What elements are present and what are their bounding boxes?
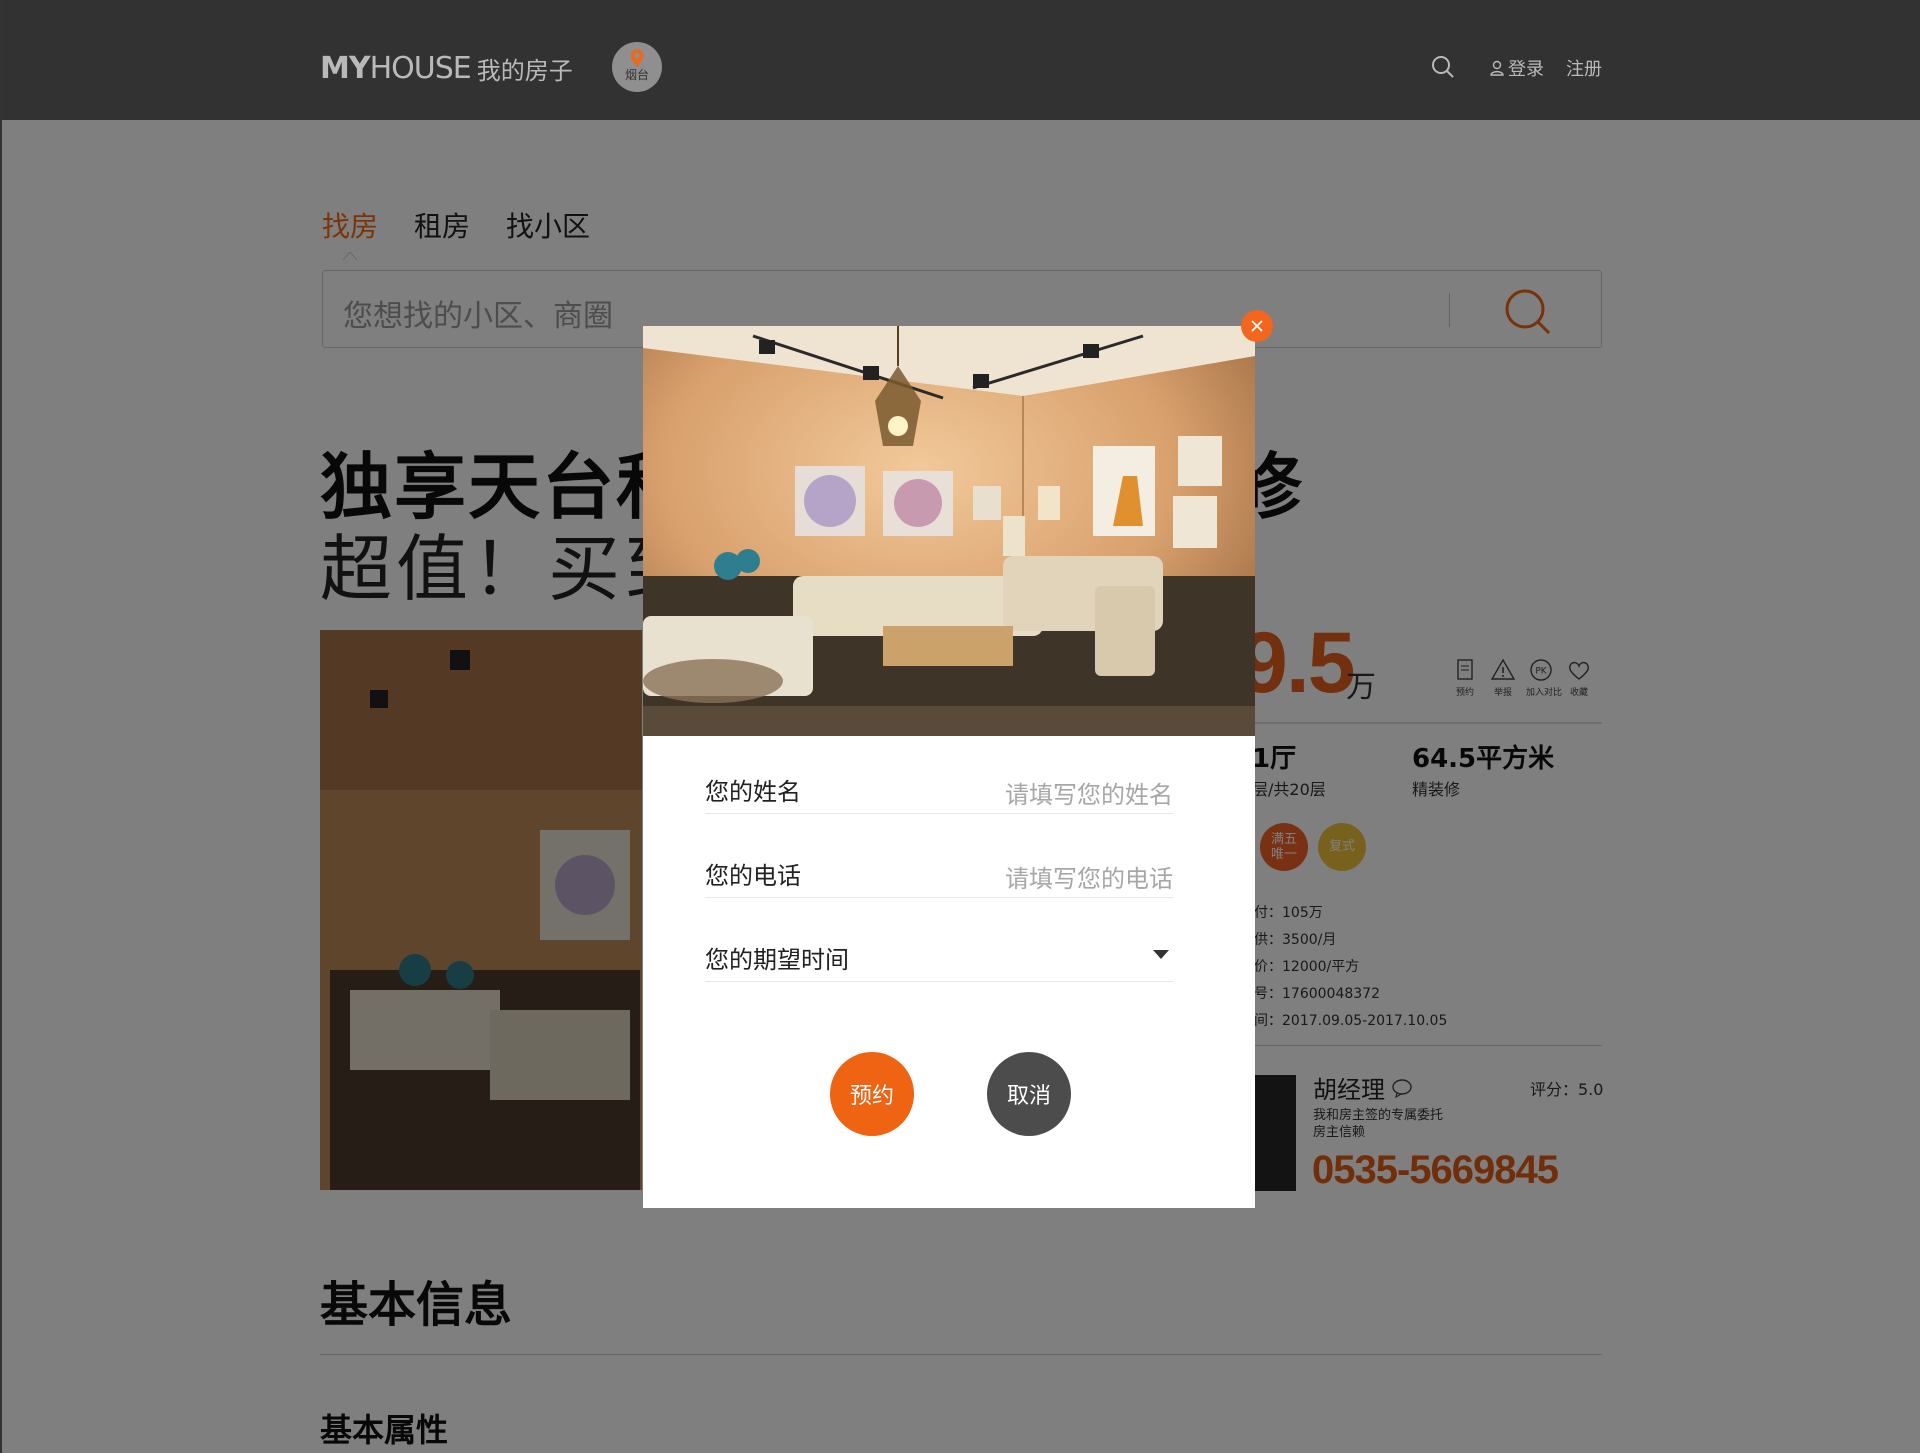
- name-input[interactable]: [913, 781, 1173, 809]
- close-modal-button[interactable]: [1241, 310, 1273, 342]
- phone-label: 您的电话: [705, 862, 801, 890]
- user-icon: [1490, 60, 1504, 76]
- top-navbar: MY HOUSE 我的房子 烟台 登录 注册: [0, 0, 1920, 120]
- page-edge: [0, 0, 2, 1453]
- register-link[interactable]: 注册: [1566, 55, 1602, 81]
- phone-input[interactable]: [913, 865, 1173, 893]
- search-icon[interactable]: [1430, 54, 1456, 80]
- dropdown-arrow-icon[interactable]: [1153, 950, 1169, 959]
- site-logo[interactable]: MY HOUSE 我的房子: [320, 50, 573, 86]
- cancel-button[interactable]: 取消: [987, 1052, 1071, 1136]
- logo-house: HOUSE: [369, 50, 472, 86]
- time-label: 您的期望时间: [705, 946, 849, 974]
- living-room-photo: [643, 326, 1255, 736]
- time-select[interactable]: 您的期望时间: [705, 924, 1173, 982]
- name-row: 您的姓名: [705, 756, 1173, 814]
- book-button[interactable]: 预约: [830, 1052, 914, 1136]
- close-icon: [1251, 320, 1263, 332]
- logo-my: MY: [320, 50, 371, 86]
- city-selector[interactable]: 烟台: [612, 42, 662, 92]
- modal-room-photo: [643, 326, 1255, 736]
- appointment-modal: 您的姓名 您的电话 您的期望时间 预约 取消: [643, 326, 1255, 1208]
- login-link[interactable]: 登录: [1490, 55, 1544, 81]
- location-pin-icon: [630, 49, 644, 67]
- name-label: 您的姓名: [705, 778, 801, 806]
- phone-row: 您的电话: [705, 840, 1173, 898]
- logo-chinese: 我的房子: [476, 56, 573, 85]
- login-label: 登录: [1508, 59, 1544, 80]
- city-name: 烟台: [624, 68, 649, 82]
